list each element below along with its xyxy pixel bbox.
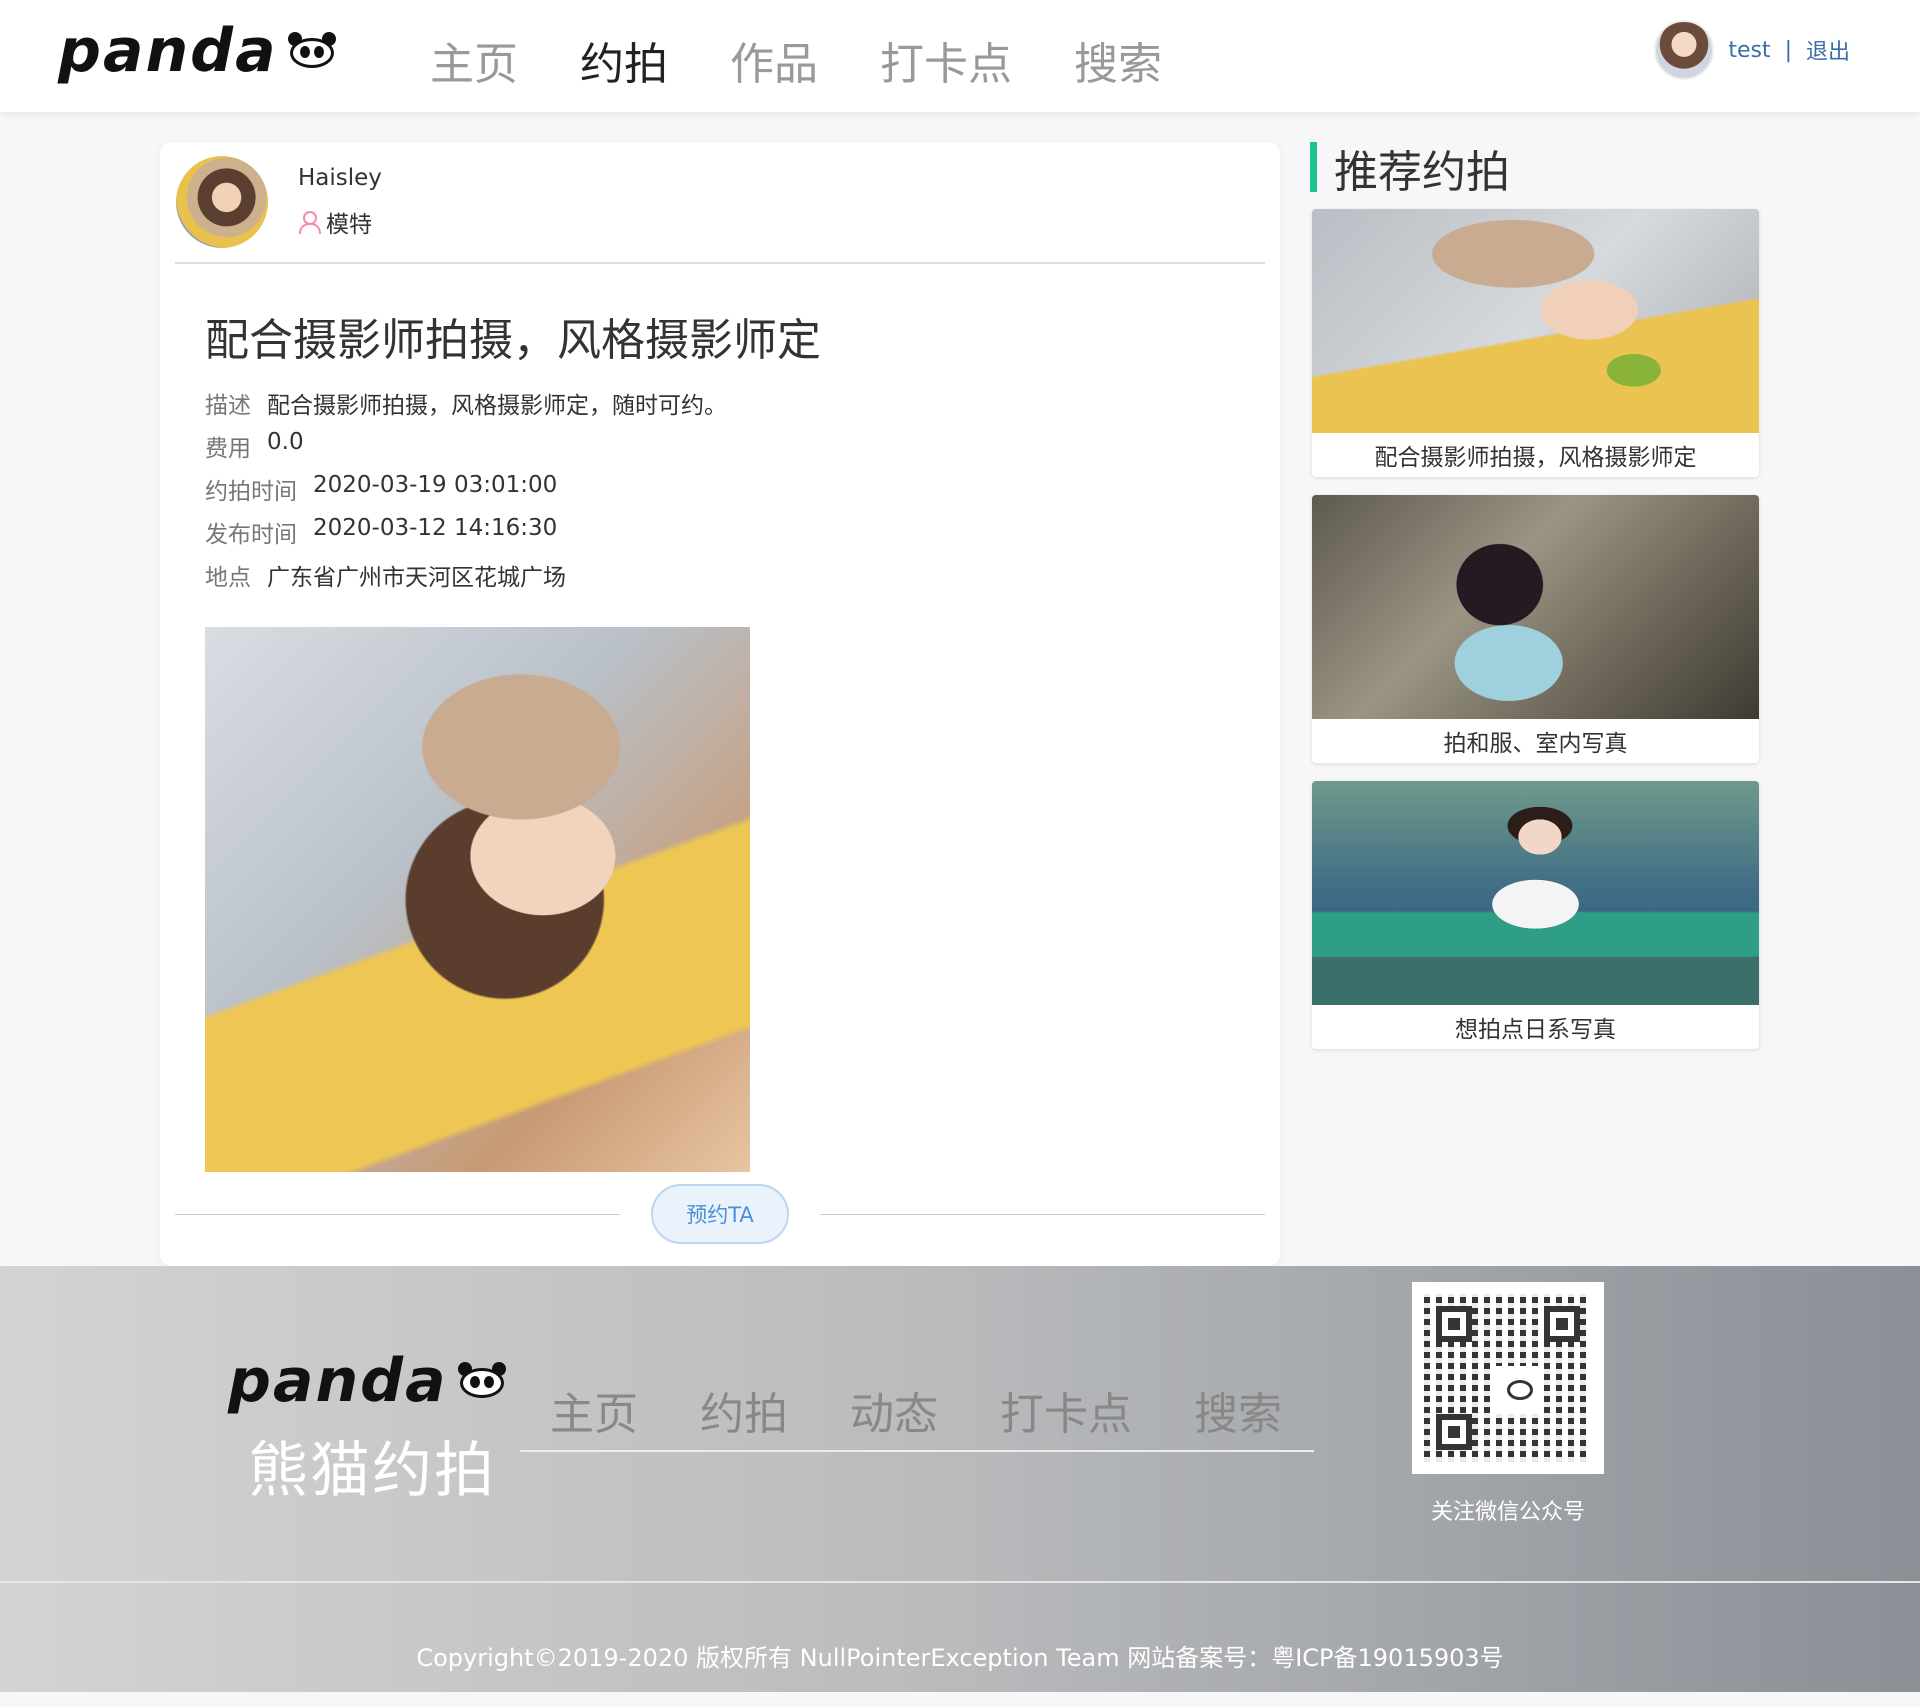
- qr-panda-icon: [1496, 1366, 1544, 1414]
- nav-checkin[interactable]: 打卡点: [880, 28, 1012, 92]
- panda-icon: [286, 32, 338, 70]
- post-card: Haisley 模特 配合摄影师拍摄，风格摄影师定 描述 配合摄影师拍摄，风格摄…: [160, 142, 1280, 1266]
- detail-row: 地点 广东省广州市天河区花城广场: [205, 558, 727, 601]
- qr-pattern: [1424, 1294, 1592, 1462]
- recommend-image[interactable]: [1312, 781, 1759, 1005]
- divider: [520, 1450, 1314, 1452]
- separator: |: [1784, 37, 1792, 63]
- nav-home[interactable]: 主页: [430, 28, 518, 92]
- detail-value: 配合摄影师拍摄，风格摄影师定，随时可约。: [267, 393, 727, 419]
- author-name[interactable]: Haisley: [298, 165, 382, 191]
- author-role-label: 模特: [326, 212, 372, 238]
- detail-label: 约拍时间: [205, 479, 297, 505]
- detail-value: 2020-03-19 03:01:00: [313, 472, 558, 498]
- footer-nav-feed[interactable]: 动态: [850, 1378, 938, 1442]
- footer-nav-home[interactable]: 主页: [550, 1378, 638, 1442]
- divider: [175, 1214, 620, 1215]
- qr-caption: 关注微信公众号: [1430, 1500, 1585, 1525]
- footer-nav: 主页 约拍 动态 打卡点 搜索: [550, 1378, 1282, 1442]
- site-footer: panda 熊猫约拍 主页 约拍 动态 打卡点 搜索 关注微信公众号 Copyr…: [0, 1266, 1920, 1692]
- recommend-card[interactable]: 配合摄影师拍摄，风格摄影师定: [1312, 209, 1759, 477]
- user-name-link[interactable]: test: [1728, 38, 1770, 63]
- detail-row: 发布时间 2020-03-12 14:16:30: [205, 515, 727, 558]
- divider: [820, 1214, 1265, 1215]
- detail-label: 地点: [205, 565, 251, 591]
- detail-row: 描述 配合摄影师拍摄，风格摄影师定，随时可约。: [205, 386, 727, 429]
- detail-value: 广东省广州市天河区花城广场: [267, 565, 566, 591]
- logo-text: panda: [228, 1346, 448, 1416]
- detail-label: 费用: [205, 436, 251, 462]
- recommend-label[interactable]: 拍和服、室内写真: [1312, 719, 1759, 763]
- site-logo[interactable]: panda: [58, 16, 338, 86]
- detail-row: 约拍时间 2020-03-19 03:01:00: [205, 472, 727, 515]
- footer-nav-search[interactable]: 搜索: [1194, 1378, 1282, 1442]
- detail-value: 2020-03-12 14:16:30: [313, 515, 558, 541]
- main-nav: 主页 约拍 作品 打卡点 搜索: [430, 28, 1162, 92]
- post-title: 配合摄影师拍摄，风格摄影师定: [205, 315, 821, 366]
- recommend-image[interactable]: [1312, 495, 1759, 719]
- divider: [0, 1581, 1920, 1583]
- logo-text: panda: [58, 16, 278, 86]
- detail-label: 描述: [205, 393, 251, 419]
- person-icon: [298, 211, 321, 234]
- recommend-image[interactable]: [1312, 209, 1759, 433]
- nav-appointment[interactable]: 约拍: [580, 28, 668, 92]
- nav-works[interactable]: 作品: [730, 28, 818, 92]
- detail-value: 0.0: [267, 429, 304, 455]
- top-header: panda 主页 约拍 作品 打卡点 搜索 test | 退出: [0, 0, 1920, 112]
- divider: [175, 262, 1265, 264]
- wechat-qr-code: [1412, 1282, 1604, 1474]
- author-role: 模特: [298, 205, 382, 239]
- footer-logo[interactable]: panda: [228, 1346, 508, 1416]
- recommend-label[interactable]: 想拍点日系写真: [1312, 1005, 1759, 1049]
- section-accent-bar: [1310, 142, 1317, 192]
- book-button[interactable]: 预约TA: [651, 1184, 789, 1244]
- author-avatar[interactable]: [176, 156, 268, 248]
- footer-nav-checkin[interactable]: 打卡点: [1000, 1378, 1132, 1442]
- author-info: Haisley 模特: [298, 165, 382, 239]
- author-block: Haisley 模特: [176, 156, 382, 248]
- footer-nav-appointment[interactable]: 约拍: [700, 1378, 788, 1442]
- copyright-text: Copyright©2019-2020 版权所有 NullPointerExce…: [416, 1644, 1504, 1672]
- post-details: 描述 配合摄影师拍摄，风格摄影师定，随时可约。 费用 0.0 约拍时间 2020…: [205, 386, 727, 601]
- logout-link[interactable]: 退出: [1806, 34, 1850, 66]
- nav-search[interactable]: 搜索: [1074, 28, 1162, 92]
- recommend-title: 推荐约拍: [1334, 147, 1510, 198]
- footer-brand-name: 熊猫约拍: [248, 1436, 496, 1506]
- recommend-label[interactable]: 配合摄影师拍摄，风格摄影师定: [1312, 433, 1759, 477]
- detail-label: 发布时间: [205, 522, 297, 548]
- recommend-card[interactable]: 拍和服、室内写真: [1312, 495, 1759, 763]
- post-photo[interactable]: [205, 627, 750, 1172]
- panda-icon: [456, 1362, 508, 1400]
- recommend-card[interactable]: 想拍点日系写真: [1312, 781, 1759, 1049]
- detail-row: 费用 0.0: [205, 429, 727, 472]
- user-area: test | 退出: [1654, 20, 1850, 80]
- user-avatar[interactable]: [1654, 20, 1715, 80]
